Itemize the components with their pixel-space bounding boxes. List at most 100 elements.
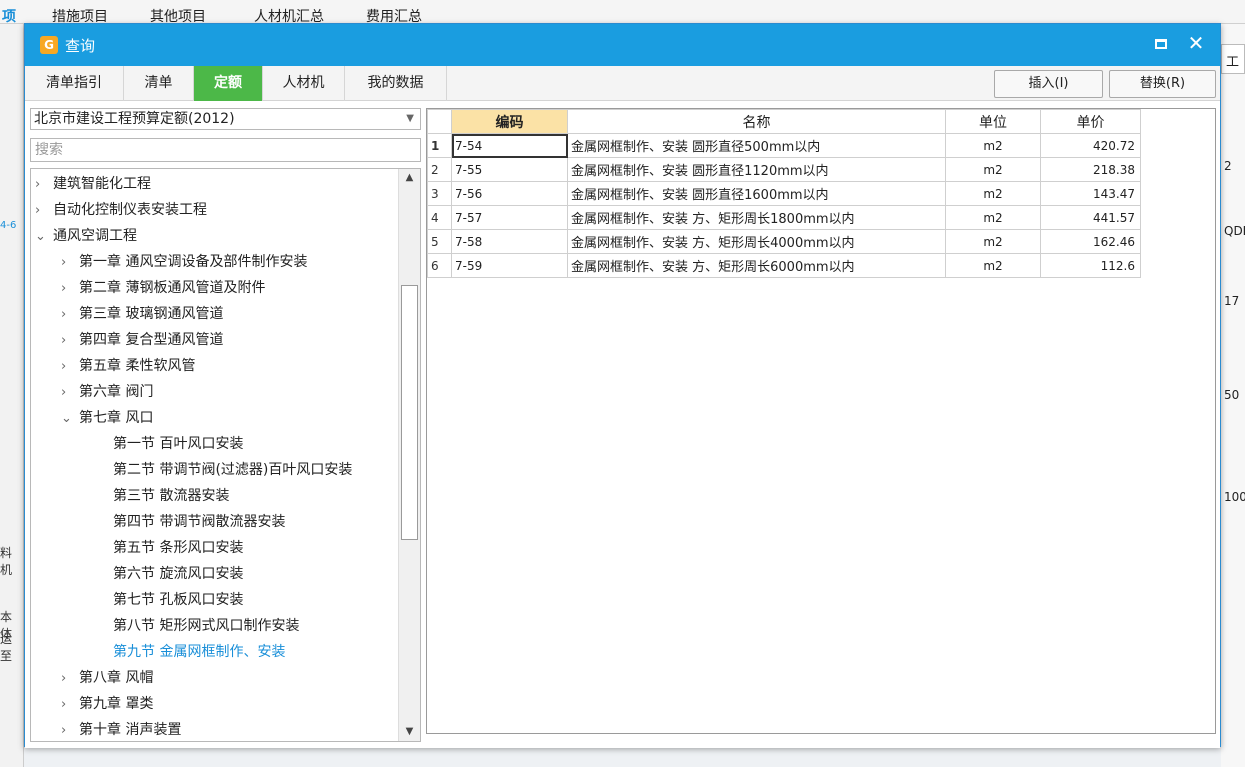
table-row[interactable]: 2 7-55 金属网框制作、安装 圆形直径1120mm以内 m2 218.38 (427, 157, 1141, 182)
tree-item[interactable]: › 建筑智能化工程 (35, 171, 151, 197)
chevron-right-icon[interactable]: › (61, 692, 79, 718)
chevron-down-icon[interactable]: ⌄ (35, 224, 53, 250)
price-cell[interactable]: 420.72 (1040, 133, 1141, 158)
price-cell[interactable]: 143.47 (1040, 181, 1141, 206)
header-price[interactable]: 单价 (1040, 109, 1141, 134)
tree-item[interactable]: 第六节 旋流风口安装 (113, 561, 243, 587)
tree-item-label: 第五章 柔性软风管 (79, 358, 196, 374)
name-cell[interactable]: 金属网框制作、安装 方、矩形周长6000mm以内 (567, 253, 946, 278)
unit-cell[interactable]: m2 (945, 253, 1041, 278)
tree-item-label: 第五节 条形风口安装 (113, 540, 244, 556)
unit-cell[interactable]: m2 (945, 205, 1041, 230)
tree-item[interactable]: 第七节 孔板风口安装 (113, 587, 243, 613)
unit-cell[interactable]: m2 (945, 133, 1041, 158)
tab-quota[interactable]: 定额 (194, 66, 263, 101)
chevron-right-icon[interactable]: › (61, 302, 79, 328)
insert-button[interactable]: 插入(I) (994, 70, 1103, 98)
chevron-right-icon[interactable]: › (61, 380, 79, 406)
chevron-right-icon[interactable]: › (61, 666, 79, 692)
tab-list-guide[interactable]: 清单指引 (25, 66, 124, 101)
code-cell[interactable]: 7-56 (451, 181, 568, 206)
tree-item[interactable]: › 自动化控制仪表安装工程 (35, 197, 207, 223)
tree-item[interactable]: 第二节 带调节阀(过滤器)百叶风口安装 (113, 457, 352, 483)
tree-item[interactable]: › 第三章 玻璃钢通风管道 (61, 301, 223, 327)
dialog-title: 查询 (65, 37, 96, 55)
price-cell[interactable]: 441.57 (1040, 205, 1141, 230)
header-code[interactable]: 编码 (451, 109, 568, 134)
chevron-right-icon[interactable]: › (61, 250, 79, 276)
name-cell[interactable]: 金属网框制作、安装 圆形直径1120mm以内 (567, 157, 946, 182)
price-cell[interactable]: 162.46 (1040, 229, 1141, 254)
unit-cell[interactable]: m2 (945, 181, 1041, 206)
tree-item[interactable]: › 第二章 薄钢板通风管道及附件 (61, 275, 265, 301)
name-cell[interactable]: 金属网框制作、安装 圆形直径500mm以内 (567, 133, 946, 158)
chevron-down-icon[interactable]: ⌄ (61, 406, 79, 432)
tab-materials[interactable]: 人材机 (263, 66, 345, 101)
tree-item-label: 第七章 风口 (79, 410, 154, 426)
code-cell[interactable]: 7-57 (451, 205, 568, 230)
tree-item[interactable]: › 第一章 通风空调设备及部件制作安装 (61, 249, 307, 275)
close-icon[interactable]: ✕ (1184, 31, 1208, 55)
tree-item[interactable]: 第五节 条形风口安装 (113, 535, 243, 561)
tree-scrollbar[interactable]: ▲ ▼ (398, 169, 420, 741)
tree-item[interactable]: 第四节 带调节阀散流器安装 (113, 509, 285, 535)
unit-cell[interactable]: m2 (945, 229, 1041, 254)
code-cell[interactable]: 7-55 (451, 157, 568, 182)
price-cell[interactable]: 112.6 (1040, 253, 1141, 278)
tree-item[interactable]: › 第五章 柔性软风管 (61, 353, 195, 379)
tree-item[interactable]: 第九节 金属网框制作、安装 (113, 639, 285, 665)
tab-list[interactable]: 清单 (124, 66, 194, 101)
unit-cell[interactable]: m2 (945, 157, 1041, 182)
tree-item[interactable]: 第一节 百叶风口安装 (113, 431, 243, 457)
tree-item[interactable]: ⌄ 第七章 风口 (61, 405, 153, 431)
table-row[interactable]: 5 7-58 金属网框制作、安装 方、矩形周长4000mm以内 m2 162.46 (427, 229, 1141, 254)
left-panel: 北京市建设工程预算定额(2012) ▼ 搜索 › 建筑智能化工程 › 自动化控制仪表安… (30, 108, 421, 742)
tree-item[interactable]: 第八节 矩形网式风口制作安装 (113, 613, 299, 639)
tree-item-label: 第一节 百叶风口安装 (113, 436, 244, 452)
chevron-right-icon[interactable]: › (61, 718, 79, 741)
chevron-right-icon[interactable]: › (35, 172, 53, 198)
name-cell[interactable]: 金属网框制作、安装 圆形直径1600mm以内 (567, 181, 946, 206)
chevron-right-icon[interactable]: › (35, 198, 53, 224)
table-row[interactable]: 1 7-54 金属网框制作、安装 圆形直径500mm以内 m2 420.72 (427, 133, 1141, 158)
app-logo-icon: G (40, 36, 58, 54)
table-row[interactable]: 4 7-57 金属网框制作、安装 方、矩形周长1800mm以内 m2 441.57 (427, 205, 1141, 230)
chevron-right-icon[interactable]: › (61, 328, 79, 354)
chevron-right-icon[interactable]: › (61, 276, 79, 302)
bg-tab-0[interactable]: 项 (2, 6, 16, 26)
tree-item[interactable]: › 第四章 复合型通风管道 (61, 327, 223, 353)
background-left-strip: 4-6 料机 本体 运至 (0, 24, 24, 767)
name-cell[interactable]: 金属网框制作、安装 方、矩形周长1800mm以内 (567, 205, 946, 230)
code-cell[interactable]: 7-59 (451, 253, 568, 278)
header-name[interactable]: 名称 (567, 109, 946, 134)
dialog-tabbar: 清单指引 清单 定额 人材机 我的数据 插入(I) 替换(R) (25, 66, 1220, 101)
tree-item[interactable]: ⌄ 通风空调工程 (35, 223, 137, 249)
name-cell[interactable]: 金属网框制作、安装 方、矩形周长4000mm以内 (567, 229, 946, 254)
maximize-icon[interactable] (1155, 39, 1167, 49)
row-number: 4 (427, 205, 452, 230)
table-row[interactable]: 3 7-56 金属网框制作、安装 圆形直径1600mm以内 m2 143.47 (427, 181, 1141, 206)
chevron-right-icon[interactable]: › (61, 354, 79, 380)
library-select[interactable]: 北京市建设工程预算定额(2012) ▼ (30, 108, 421, 130)
code-cell[interactable]: 7-58 (451, 229, 568, 254)
tree-item-label: 第八章 风帽 (79, 670, 154, 686)
scrollbar-thumb[interactable] (401, 285, 418, 540)
tree-item-label: 第六章 阀门 (79, 384, 154, 400)
tab-my-data[interactable]: 我的数据 (345, 66, 447, 101)
dialog-titlebar[interactable]: G 查询 ✕ (25, 24, 1220, 66)
tree-item[interactable]: 第三节 散流器安装 (113, 483, 229, 509)
tree-item[interactable]: › 第九章 罩类 (61, 691, 153, 717)
scroll-up-icon[interactable]: ▲ (399, 169, 420, 187)
tree-item[interactable]: › 第六章 阀门 (61, 379, 153, 405)
header-unit[interactable]: 单位 (945, 109, 1041, 134)
price-cell[interactable]: 218.38 (1040, 157, 1141, 182)
tree-item-label: 第三章 玻璃钢通风管道 (79, 306, 224, 322)
search-input[interactable]: 搜索 (30, 138, 421, 162)
scroll-down-icon[interactable]: ▼ (399, 723, 420, 741)
replace-button[interactable]: 替换(R) (1109, 70, 1216, 98)
category-tree: › 建筑智能化工程 › 自动化控制仪表安装工程 ⌄ 通风空调工程 › 第一章 通风空调设备及部… (30, 168, 421, 742)
table-row[interactable]: 6 7-59 金属网框制作、安装 方、矩形周长6000mm以内 m2 112.6 (427, 253, 1141, 278)
code-cell[interactable]: 7-54 (451, 133, 568, 158)
tree-item[interactable]: › 第八章 风帽 (61, 665, 153, 691)
tree-item[interactable]: › 第十章 消声装置 (61, 717, 181, 741)
